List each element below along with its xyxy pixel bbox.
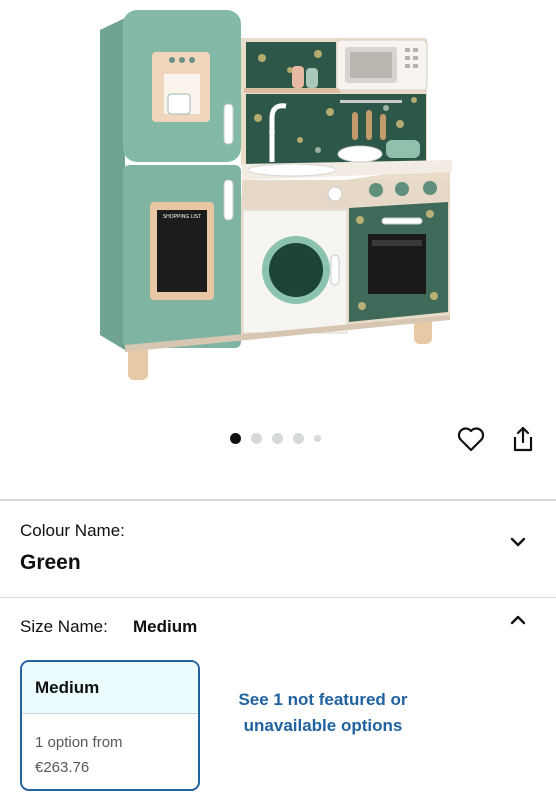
colour-selector[interactable]: Colour Name: Green — [0, 501, 556, 597]
unavailable-options-link[interactable]: See 1 not featured or unavailable option… — [218, 687, 428, 739]
size-option-name: Medium — [22, 662, 198, 714]
carousel-dot-1[interactable] — [230, 432, 241, 444]
colour-value: Green — [20, 551, 81, 574]
size-label: Size Name: — [20, 617, 108, 636]
image-carousel-indicator[interactable] — [230, 432, 321, 444]
shopping-list-label: SHOPPING LIST — [163, 214, 201, 220]
product-image[interactable]: SHOPPING LIST — [0, 0, 556, 410]
size-option-availability: 1 option from — [35, 734, 123, 751]
size-value: Medium — [133, 617, 198, 636]
carousel-dot-2[interactable] — [251, 432, 262, 444]
size-option-price: €263.76 — [35, 759, 90, 776]
carousel-dot-4[interactable] — [293, 432, 304, 444]
size-option-card[interactable]: Medium 1 option from €263.76 — [20, 660, 200, 791]
toy-kitchen-illustration: SHOPPING LIST — [100, 10, 452, 380]
size-selector[interactable]: Size Name: Medium — [0, 598, 556, 654]
carousel-dot-3[interactable] — [272, 432, 283, 444]
colour-label: Colour Name: — [20, 521, 125, 540]
share-button[interactable] — [508, 424, 538, 454]
size-option-details: 1 option from €263.76 — [22, 714, 198, 780]
chevron-up-icon[interactable] — [508, 610, 528, 630]
heart-icon — [457, 427, 485, 452]
chevron-down-icon[interactable] — [508, 532, 528, 552]
wishlist-button[interactable] — [456, 424, 486, 454]
share-icon — [513, 426, 533, 452]
carousel-dot-5[interactable] — [314, 434, 321, 442]
